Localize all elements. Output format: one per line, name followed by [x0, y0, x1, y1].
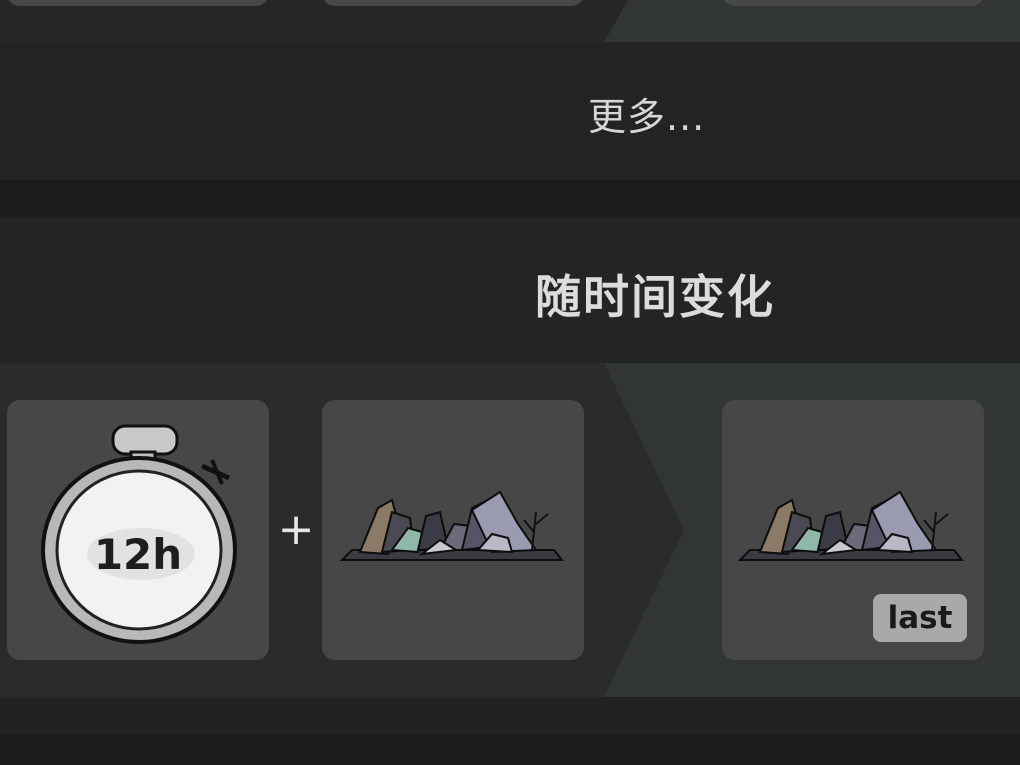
- divider: [0, 697, 1020, 734]
- previous-slot-1[interactable]: [7, 0, 269, 6]
- ingredient-slot[interactable]: [322, 400, 584, 660]
- timer-duration-label: 12h: [93, 530, 183, 579]
- more-button-row[interactable]: [0, 42, 1020, 180]
- more-button-label[interactable]: 更多...: [588, 86, 705, 141]
- last-badge: last: [873, 594, 967, 642]
- divider: [0, 180, 1020, 217]
- section-title: 随时间变化: [535, 270, 775, 324]
- previous-slot-2[interactable]: [322, 0, 584, 6]
- result-arrow-background: [604, 0, 1020, 42]
- previous-recipe-row: [0, 0, 1020, 42]
- rubble-pile-icon: [339, 490, 565, 561]
- plus-operator: +: [277, 504, 315, 555]
- previous-slot-result[interactable]: [722, 0, 984, 6]
- next-section: [0, 734, 1020, 765]
